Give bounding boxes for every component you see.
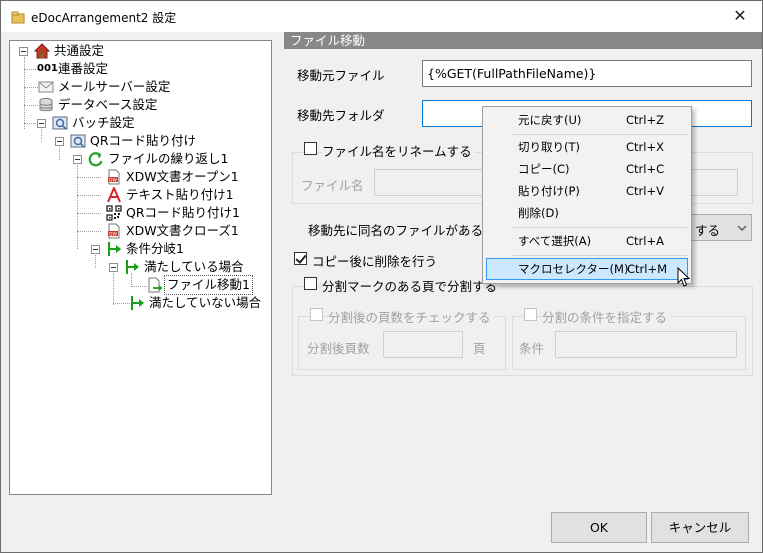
condition-input[interactable] xyxy=(555,331,737,358)
tree-item-label: テキスト貼り付け1 xyxy=(126,187,234,202)
same-name-label: 移動先に同名のファイルがある xyxy=(308,223,484,238)
settings-window: eDocArrangement2 設定 ✕ 共通設定 001 連番設定 メールサ… xyxy=(0,0,763,553)
source-file-label: 移動元ファイル xyxy=(297,68,385,83)
collapse-toggle[interactable] xyxy=(91,245,100,254)
tree-item-label: 連番設定 xyxy=(58,61,109,76)
menu-item-label: 削除(D) xyxy=(518,206,559,220)
collapse-toggle[interactable] xyxy=(55,137,64,146)
menu-item-undo[interactable]: 元に戻す(U) Ctrl+Z xyxy=(486,109,688,131)
mouse-cursor-icon xyxy=(677,267,691,287)
menu-item-macro-selector[interactable]: マクロセレクター(M) Ctrl+M xyxy=(486,258,688,280)
menu-item-paste[interactable]: 貼り付け(P) Ctrl+V xyxy=(486,180,688,202)
batch-icon xyxy=(70,134,86,148)
tree-item-label: メールサーバー設定 xyxy=(58,79,171,94)
tree-item-label: バッチ設定 xyxy=(72,115,135,130)
collapse-toggle[interactable] xyxy=(37,119,46,128)
tree-item-label: XDW文書クローズ1 xyxy=(126,223,239,238)
split-checkbox[interactable] xyxy=(304,277,317,290)
menu-item-delete[interactable]: 削除(D) xyxy=(486,202,688,224)
menu-item-cut[interactable]: 切り取り(T) Ctrl+X xyxy=(486,136,688,158)
menu-separator xyxy=(513,255,687,256)
mail-icon xyxy=(38,81,54,93)
tree-item-label: 満たしていない場合 xyxy=(149,295,262,310)
menu-item-label: すべて選択(A) xyxy=(518,234,592,248)
menu-item-shortcut: Ctrl+X xyxy=(626,140,664,154)
tree-item-label: 満たしている場合 xyxy=(144,259,244,274)
window-title: eDocArrangement2 設定 xyxy=(31,11,177,25)
delete-after-copy-checkbox[interactable] xyxy=(294,252,307,265)
loop-icon xyxy=(88,152,103,167)
xdw-doc-icon: DW xyxy=(108,223,120,239)
branch-icon xyxy=(108,242,121,256)
file-move-icon xyxy=(148,277,163,293)
menu-item-label: マクロセレクター(M) xyxy=(518,262,629,276)
condition-label: 条件 xyxy=(519,341,545,356)
app-icon xyxy=(11,11,25,24)
menu-item-shortcut: Ctrl+Z xyxy=(626,113,664,127)
batch-icon xyxy=(52,116,68,130)
page-unit-label: 頁 xyxy=(473,341,486,356)
title-bar: eDocArrangement2 設定 ✕ xyxy=(1,1,762,32)
menu-item-shortcut: Ctrl+A xyxy=(626,234,664,248)
svg-text:DW: DW xyxy=(109,177,117,183)
menu-item-select-all[interactable]: すべて選択(A) Ctrl+A xyxy=(486,230,688,252)
rename-checkbox[interactable] xyxy=(304,142,317,155)
menu-item-shortcut: Ctrl+C xyxy=(626,162,665,176)
menu-item-label: 元に戻す(U) xyxy=(518,113,582,127)
menu-item-label: 切り取り(T) xyxy=(518,140,580,154)
delete-after-copy-label: コピー後に削除を行う xyxy=(312,254,438,269)
tree-item-label: 条件分岐1 xyxy=(126,241,184,256)
serial-number-icon: 001 xyxy=(37,63,58,74)
menu-item-label: コピー(C) xyxy=(518,162,570,176)
split-condition-checkbox[interactable] xyxy=(524,308,537,321)
check-pages-checkbox[interactable] xyxy=(310,308,323,321)
split-checkbox-label: 分割マークのある頁で分割する xyxy=(322,276,501,295)
split-condition-label: 分割の条件を指定する xyxy=(542,307,671,326)
tree-item-label: ファイル移動1 xyxy=(164,275,253,295)
settings-tree[interactable]: 共通設定 001 連番設定 メールサーバー設定 データベース設定 バッチ設定 Q… xyxy=(9,40,272,495)
tree-item-label: QRコード貼り付け xyxy=(90,133,197,148)
menu-item-label: 貼り付け(P) xyxy=(518,184,580,198)
svg-text:DW: DW xyxy=(109,231,117,237)
pages-after-split-label: 分割後頁数 xyxy=(307,341,370,356)
tree-item-label: データベース設定 xyxy=(58,97,158,112)
dest-folder-label: 移動先フォルダ xyxy=(297,108,385,123)
tree-item-label: ファイルの繰り返し1 xyxy=(108,151,229,166)
menu-item-shortcut: Ctrl+V xyxy=(626,184,664,198)
filename-label: ファイル名 xyxy=(301,178,364,193)
section-header: ファイル移動 xyxy=(284,32,762,49)
branch-icon xyxy=(126,260,139,274)
pages-after-split-input[interactable] xyxy=(383,331,463,358)
same-name-combo-value: する xyxy=(695,223,721,238)
source-file-input[interactable]: {%GET(FullPathFileName)} xyxy=(422,60,752,87)
branch-icon xyxy=(131,296,144,310)
menu-separator xyxy=(513,134,687,135)
qr-code-icon xyxy=(106,205,122,221)
common-settings-icon xyxy=(34,43,50,59)
menu-item-copy[interactable]: コピー(C) Ctrl+C xyxy=(486,158,688,180)
close-icon: ✕ xyxy=(733,6,747,25)
chevron-down-icon xyxy=(737,225,747,231)
tree-item-label: XDW文書オープン1 xyxy=(126,169,239,184)
cancel-button[interactable]: キャンセル xyxy=(651,512,749,543)
menu-item-shortcut: Ctrl+M xyxy=(627,262,668,276)
ok-button[interactable]: OK xyxy=(551,512,647,543)
xdw-doc-icon: DW xyxy=(108,169,120,185)
database-icon xyxy=(39,98,53,112)
rename-checkbox-label: ファイル名をリネームする xyxy=(322,141,475,160)
menu-separator xyxy=(513,227,687,228)
context-menu: 元に戻す(U) Ctrl+Z 切り取り(T) Ctrl+X コピー(C) Ctr… xyxy=(482,106,692,284)
collapse-toggle[interactable] xyxy=(19,47,28,56)
tree-item-label: 共通設定 xyxy=(54,43,105,58)
tree-item-label: QRコード貼り付け1 xyxy=(126,205,240,220)
text-a-icon xyxy=(107,187,121,203)
check-pages-label: 分割後の頁数をチェックする xyxy=(328,307,494,326)
close-button[interactable]: ✕ xyxy=(718,1,762,32)
collapse-toggle[interactable] xyxy=(73,155,82,164)
collapse-toggle[interactable] xyxy=(109,263,118,272)
